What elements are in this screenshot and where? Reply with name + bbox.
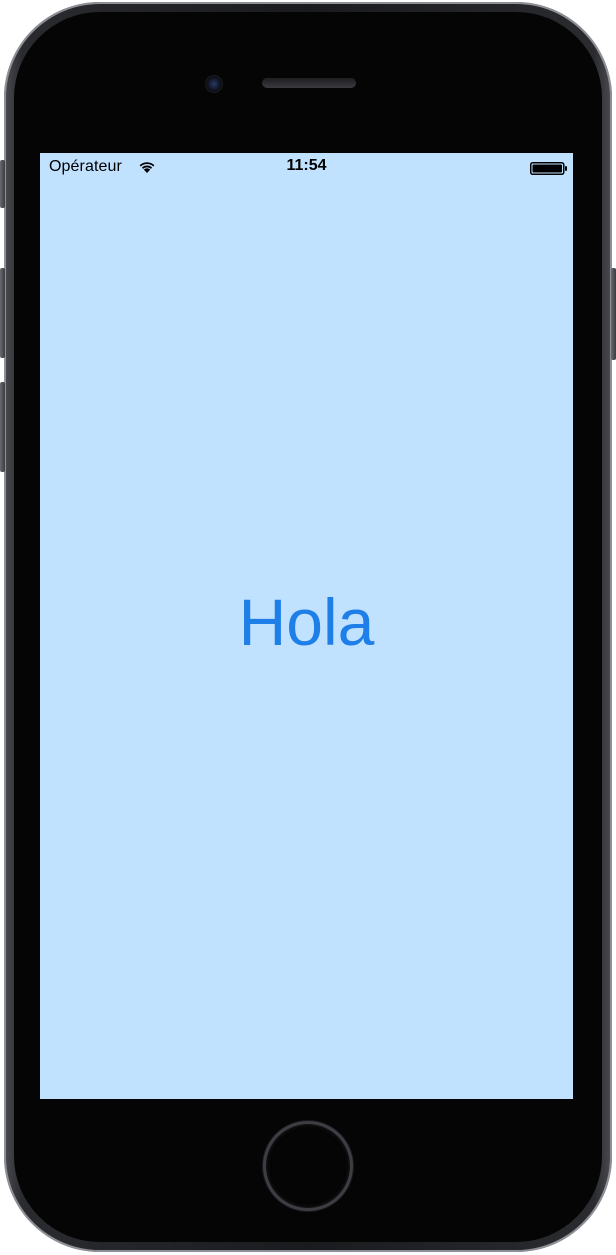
status-time: 11:54 <box>286 157 327 174</box>
volume-up-button[interactable] <box>0 268 5 358</box>
power-button[interactable] <box>611 268 616 360</box>
mute-switch[interactable] <box>0 160 5 208</box>
status-bar: Opérateur 11:54 <box>40 153 573 183</box>
volume-down-button[interactable] <box>0 382 5 472</box>
greeting-label: Hola <box>238 585 375 659</box>
front-camera-icon <box>205 75 223 93</box>
home-button[interactable] <box>263 1121 353 1211</box>
app-screen: Opérateur 11:54 Hola <box>40 153 573 1099</box>
battery-icon <box>530 162 567 175</box>
earpiece-speaker-icon <box>262 78 356 88</box>
